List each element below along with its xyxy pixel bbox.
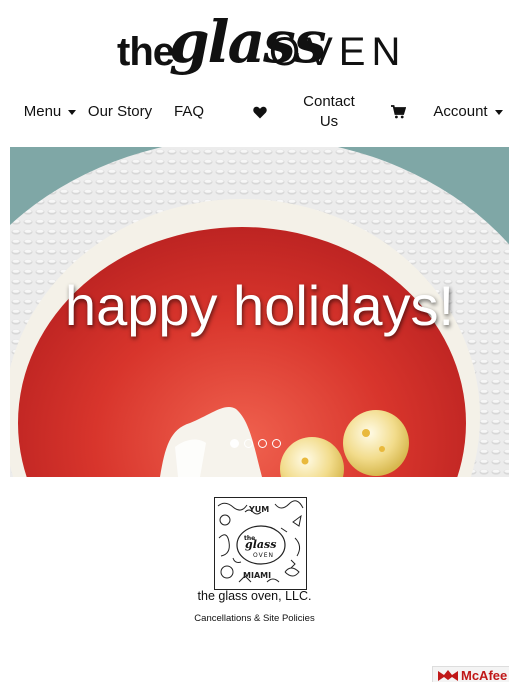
carousel-dot-4[interactable] xyxy=(272,439,281,448)
nav-faq-label: FAQ xyxy=(173,103,204,120)
carousel-indicators xyxy=(230,439,281,448)
nav-contact-us[interactable]: Contact Us xyxy=(296,92,362,132)
nav-account-dropdown[interactable]: Account xyxy=(431,92,505,132)
chevron-down-icon xyxy=(494,109,503,115)
nav-contact-label-1: Contact xyxy=(303,93,355,110)
stamp-word-glass: glass xyxy=(245,538,276,551)
cart-icon xyxy=(390,105,406,119)
cancellations-policies-link[interactable]: Cancellations & Site Policies xyxy=(0,613,509,624)
chevron-down-icon xyxy=(68,109,77,115)
nav-our-story-label: Our Story xyxy=(87,103,153,120)
stamp-word-miami: MIAMI xyxy=(243,571,271,580)
nav-menu-dropdown[interactable]: Menu xyxy=(20,92,80,132)
nav-cart[interactable] xyxy=(386,92,410,132)
site-logo[interactable]: the glass OVEN xyxy=(117,8,407,88)
heart-icon xyxy=(253,106,267,118)
carousel-dot-3[interactable] xyxy=(258,439,267,448)
mcafee-shield-icon xyxy=(438,670,458,681)
main-nav: Menu Our Story FAQ Contact Us Account xyxy=(0,92,509,134)
nav-favorites[interactable] xyxy=(248,92,272,132)
nav-account-label: Account xyxy=(433,103,488,120)
carousel-dot-2[interactable] xyxy=(244,439,253,448)
hero-carousel[interactable]: happy holidays! xyxy=(10,147,509,477)
carousel-dot-1[interactable] xyxy=(230,439,239,448)
hero-title: happy holidays! xyxy=(64,274,455,337)
logo-oven: OVEN xyxy=(269,30,407,74)
mcafee-badge[interactable]: McAfee xyxy=(432,666,509,682)
mcafee-label: McAfee xyxy=(461,668,508,682)
company-name: the glass oven, LLC. xyxy=(197,589,312,603)
doodle-logo-image: YUM the glass OVEN MIAMI xyxy=(215,498,306,589)
nav-menu-label: Menu xyxy=(23,103,62,120)
nav-faq[interactable]: FAQ xyxy=(170,92,208,132)
stamp-word-yum: YUM xyxy=(248,505,269,514)
nav-contact-label-2: Us xyxy=(319,113,339,130)
logo-the: the xyxy=(117,30,175,74)
footer-logo-stamp: YUM the glass OVEN MIAMI xyxy=(214,497,307,590)
nav-our-story[interactable]: Our Story xyxy=(86,92,154,132)
stamp-word-oven: OVEN xyxy=(253,552,274,559)
